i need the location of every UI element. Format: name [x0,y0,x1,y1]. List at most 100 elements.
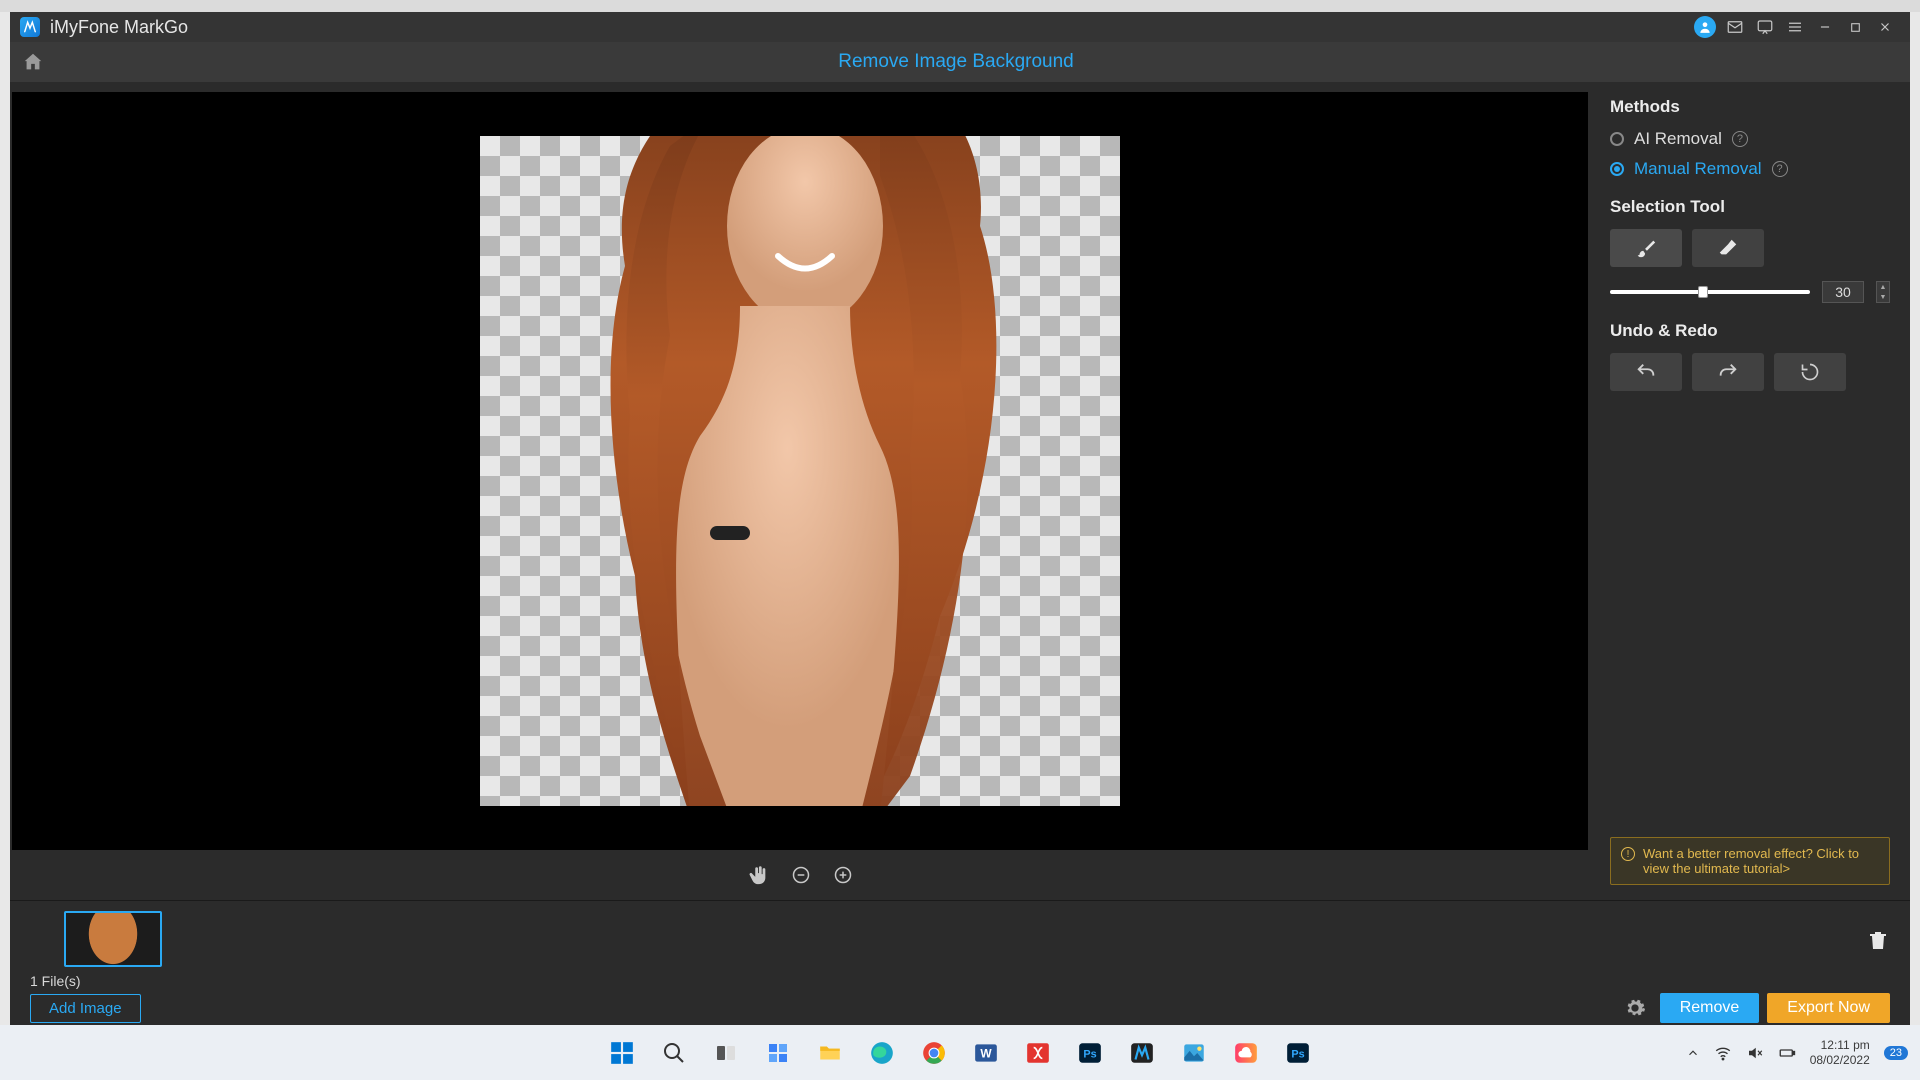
task-view-button[interactable] [706,1033,746,1073]
word-app[interactable]: W [966,1033,1006,1073]
image-thumbnail[interactable] [64,911,162,967]
file-count: 1 File(s) [30,973,1890,989]
clock-time: 12:11 pm [1810,1038,1870,1052]
system-tray: 12:11 pm 08/02/2022 23 [1686,1038,1908,1067]
clock-date: 08/02/2022 [1810,1053,1870,1067]
edge-browser[interactable] [862,1033,902,1073]
photos-icon [1181,1040,1207,1066]
widgets-icon [766,1041,790,1065]
zoom-out-icon [791,865,811,885]
markgo-taskbar[interactable] [1122,1033,1162,1073]
step-up-icon[interactable]: ▲ [1877,282,1889,292]
creative-cloud[interactable] [1226,1033,1266,1073]
brush-size-slider[interactable] [1610,290,1810,294]
transparent-background [480,136,1120,806]
method-label: Manual Removal [1634,159,1762,179]
bottom-panel: 1 File(s) Add Image Remove Export Now [10,900,1910,1025]
battery-icon[interactable] [1778,1044,1796,1062]
selection-tool-row [1610,229,1890,267]
zoom-in-icon [833,865,853,885]
file-explorer[interactable] [810,1033,850,1073]
app-logo-icon [20,17,40,37]
notification-badge[interactable]: 23 [1884,1046,1908,1060]
add-image-button[interactable]: Add Image [30,994,141,1023]
eraser-tool[interactable] [1692,229,1764,267]
method-label: AI Removal [1634,129,1722,149]
subject-image [580,136,1020,806]
maximize-icon [1849,21,1862,34]
right-sidebar: Methods AI Removal ? Manual Removal ? Se… [1590,82,1910,900]
close-button[interactable] [1870,12,1900,42]
undo-redo-heading: Undo & Redo [1610,321,1890,341]
inbox-button[interactable] [1720,12,1750,42]
zoom-out-button[interactable] [791,865,811,885]
main-area: Methods AI Removal ? Manual Removal ? Se… [10,82,1910,900]
taskbar-center: W Ps Ps [602,1033,1318,1073]
undo-icon [1635,361,1657,383]
start-button[interactable] [602,1033,642,1073]
redo-button[interactable] [1692,353,1764,391]
subheader: Remove Image Background [10,42,1910,82]
photoshop-icon: Ps [1285,1040,1311,1066]
search-icon [662,1041,686,1065]
menu-button[interactable] [1780,12,1810,42]
method-ai-removal[interactable]: AI Removal ? [1610,129,1890,149]
wifi-icon[interactable] [1714,1044,1732,1062]
account-button[interactable] [1690,12,1720,42]
export-now-button[interactable]: Export Now [1767,993,1890,1023]
maximize-button[interactable] [1840,12,1870,42]
reset-button[interactable] [1774,353,1846,391]
method-manual-removal[interactable]: Manual Removal ? [1610,159,1890,179]
undo-button[interactable] [1610,353,1682,391]
eraser-icon [1717,237,1739,259]
feedback-button[interactable] [1750,12,1780,42]
acrobat-app[interactable] [1018,1033,1058,1073]
chrome-browser[interactable] [914,1033,954,1073]
chevron-up-icon[interactable] [1686,1046,1700,1060]
photoshop-icon: Ps [1077,1040,1103,1066]
titlebar: iMyFone MarkGo [10,12,1910,42]
info-icon: ! [1621,847,1635,861]
hand-icon [747,864,769,886]
help-icon[interactable]: ? [1772,161,1788,177]
volume-muted-icon[interactable] [1746,1044,1764,1062]
brush-size-input[interactable] [1822,281,1864,303]
gear-icon [1624,997,1646,1019]
edge-icon [869,1040,895,1066]
app-title: iMyFone MarkGo [50,17,188,38]
methods-heading: Methods [1610,97,1890,117]
radio-icon [1610,132,1624,146]
page-title: Remove Image Background [14,51,1898,73]
brush-size-stepper[interactable]: ▲▼ [1876,281,1890,303]
minimize-button[interactable] [1810,12,1840,42]
brush-tool[interactable] [1610,229,1682,267]
search-button[interactable] [654,1033,694,1073]
svg-text:W: W [980,1046,992,1060]
photos-app[interactable] [1174,1033,1214,1073]
remove-button[interactable]: Remove [1660,993,1760,1023]
reset-icon [1800,362,1820,382]
canvas-controls [10,850,1590,900]
widgets-button[interactable] [758,1033,798,1073]
taskbar-clock[interactable]: 12:11 pm 08/02/2022 [1810,1038,1870,1067]
svg-text:Ps: Ps [1291,1048,1304,1060]
pan-tool[interactable] [747,864,769,886]
delete-button[interactable] [1866,911,1890,953]
zoom-in-button[interactable] [833,865,853,885]
photoshop-2-app[interactable]: Ps [1278,1033,1318,1073]
help-icon[interactable]: ? [1732,131,1748,147]
minimize-icon [1818,20,1832,34]
mail-icon [1726,18,1744,36]
settings-button[interactable] [1624,997,1646,1019]
photoshop-app[interactable]: Ps [1070,1033,1110,1073]
undo-redo-row [1610,353,1890,391]
folder-icon [817,1040,843,1066]
image-canvas[interactable] [12,92,1588,850]
canvas-column [10,82,1590,900]
svg-text:Ps: Ps [1083,1048,1096,1060]
acrobat-icon [1025,1040,1051,1066]
step-down-icon[interactable]: ▼ [1877,292,1889,302]
feedback-icon [1756,18,1774,36]
slider-thumb[interactable] [1698,286,1708,298]
tutorial-tip[interactable]: ! Want a better removal effect? Click to… [1610,837,1890,885]
